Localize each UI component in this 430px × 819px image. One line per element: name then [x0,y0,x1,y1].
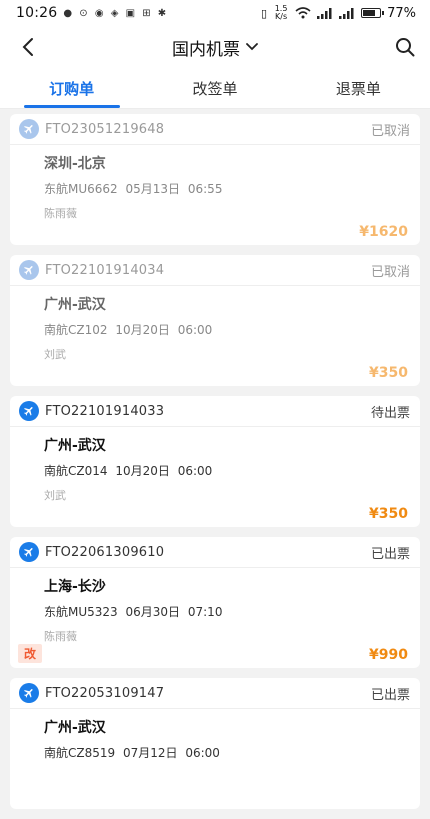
order-status: 待出票 [370,405,410,421]
airplane-icon [24,125,33,134]
plane-badge [19,542,39,562]
order-card[interactable]: FTO22101914033 待出票 广州-武汉 南航CZ014 10月20日 … [10,396,420,527]
order-price: ¥1620 [359,224,408,240]
plane-badge [19,260,39,280]
order-card-body: 广州-武汉 南航CZ8519 07月12日 06:00 [10,709,420,809]
flight-number: 南航CZ102 [44,323,108,337]
order-card[interactable]: FTO22061309610 已出票 上海-长沙 东航MU5323 06月30日… [10,537,420,668]
tab-purchase[interactable]: 订购单 [0,68,143,108]
order-card-body: 深圳-北京 东航MU6662 05月13日 06:55 陈雨薇 ¥1620 [10,145,420,245]
flight-route: 广州-武汉 [44,720,106,736]
notification-icons: ● ⊙ ◉ ◈ ▣ ⊞ ✱ [63,7,169,19]
flight-datetime: 10月20日 06:00 [115,323,213,337]
order-price: ¥350 [369,365,408,381]
plane-badge [19,683,39,703]
airplane-icon [24,407,33,416]
tab-refund[interactable]: 退票单 [287,68,430,108]
signal-icon-2 [339,7,354,19]
title-dropdown[interactable]: 国内机票 [172,35,258,60]
order-card-body: 广州-武汉 南航CZ014 10月20日 06:00 刘武 ¥350 [10,427,420,527]
order-card-body: 上海-长沙 东航MU5323 06月30日 07:10 陈雨薇 改 ¥990 [10,568,420,668]
battery-percent: 77% [387,5,416,21]
nav-bar: 国内机票 [0,26,430,68]
flight-number: 东航MU6662 [44,182,118,196]
net-speed: 1.5 K/s [274,4,288,21]
order-card[interactable]: FTO22101914034 已取消 广州-武汉 南航CZ102 10月20日 … [10,255,420,386]
order-number: FTO22053109147 [45,685,165,701]
order-card[interactable]: FTO23051219648 已取消 深圳-北京 东航MU6662 05月13日… [10,114,420,245]
flight-info: 南航CZ8519 07月12日 06:00 [44,744,408,761]
tab-change[interactable]: 改签单 [143,68,286,108]
order-tabs: 订购单 改签单 退票单 [0,68,430,109]
search-icon [396,38,415,57]
back-arrow-icon [22,38,33,56]
chevron-down-icon [246,43,258,51]
back-button[interactable] [14,32,42,62]
flight-number: 南航CZ014 [44,464,108,478]
flight-datetime: 07月12日 06:00 [122,746,220,760]
status-bar: 10:26 ● ⊙ ◉ ◈ ▣ ⊞ ✱ ▯ 1.5 K/s 77% [0,0,430,26]
order-number: FTO22101914033 [45,403,165,419]
plane-badge [19,401,39,421]
flight-datetime: 05月13日 06:55 [125,182,223,196]
battery-icon [361,8,385,18]
flight-datetime: 06月30日 07:10 [125,605,223,619]
flight-number: 南航CZ8519 [44,746,116,760]
flight-datetime: 10月20日 06:00 [115,464,213,478]
flight-route: 深圳-北京 [44,156,106,172]
change-tag: 改 [18,644,43,663]
order-card-body: 广州-武汉 南航CZ102 10月20日 06:00 刘武 ¥350 [10,286,420,386]
order-list: FTO23051219648 已取消 深圳-北京 东航MU6662 05月13日… [0,114,430,819]
plane-badge [19,119,39,139]
page-title: 国内机票 [172,39,240,60]
flight-info: 东航MU6662 05月13日 06:55 [44,180,408,197]
order-status: 已出票 [370,687,410,703]
flight-route: 广州-武汉 [44,438,106,454]
order-number: FTO22101914034 [45,262,165,278]
passenger-name: 陈雨薇 [44,207,77,220]
order-card-header: FTO23051219648 已取消 [10,114,420,145]
order-card-header: FTO22101914034 已取消 [10,255,420,286]
flight-info: 南航CZ102 10月20日 06:00 [44,321,408,338]
order-status: 已取消 [370,264,410,280]
order-price: ¥990 [369,647,408,663]
order-card[interactable]: FTO22053109147 已出票 广州-武汉 南航CZ8519 07月12日… [10,678,420,809]
search-button[interactable] [390,32,420,62]
passenger-name: 陈雨薇 [44,630,77,643]
order-status: 已取消 [370,123,410,139]
order-number: FTO23051219648 [45,121,165,137]
order-card-header: FTO22053109147 已出票 [10,678,420,709]
vibrate-icon: ▯ [261,6,268,20]
order-card-header: FTO22061309610 已出票 [10,537,420,568]
passenger-name: 刘武 [44,348,66,361]
passenger-name: 刘武 [44,489,66,502]
order-status: 已出票 [370,546,410,562]
order-number: FTO22061309610 [45,544,165,560]
wifi-icon [295,7,311,19]
flight-route: 上海-长沙 [44,579,106,595]
status-time: 10:26 [16,5,58,21]
order-price: ¥350 [369,506,408,522]
flight-route: 广州-武汉 [44,297,106,313]
airplane-icon [24,266,33,275]
signal-icon [317,7,332,19]
airplane-icon [24,548,33,557]
flight-info: 南航CZ014 10月20日 06:00 [44,462,408,479]
airplane-icon [24,689,33,698]
flight-info: 东航MU5323 06月30日 07:10 [44,603,408,620]
flight-number: 东航MU5323 [44,605,118,619]
order-card-header: FTO22101914033 待出票 [10,396,420,427]
